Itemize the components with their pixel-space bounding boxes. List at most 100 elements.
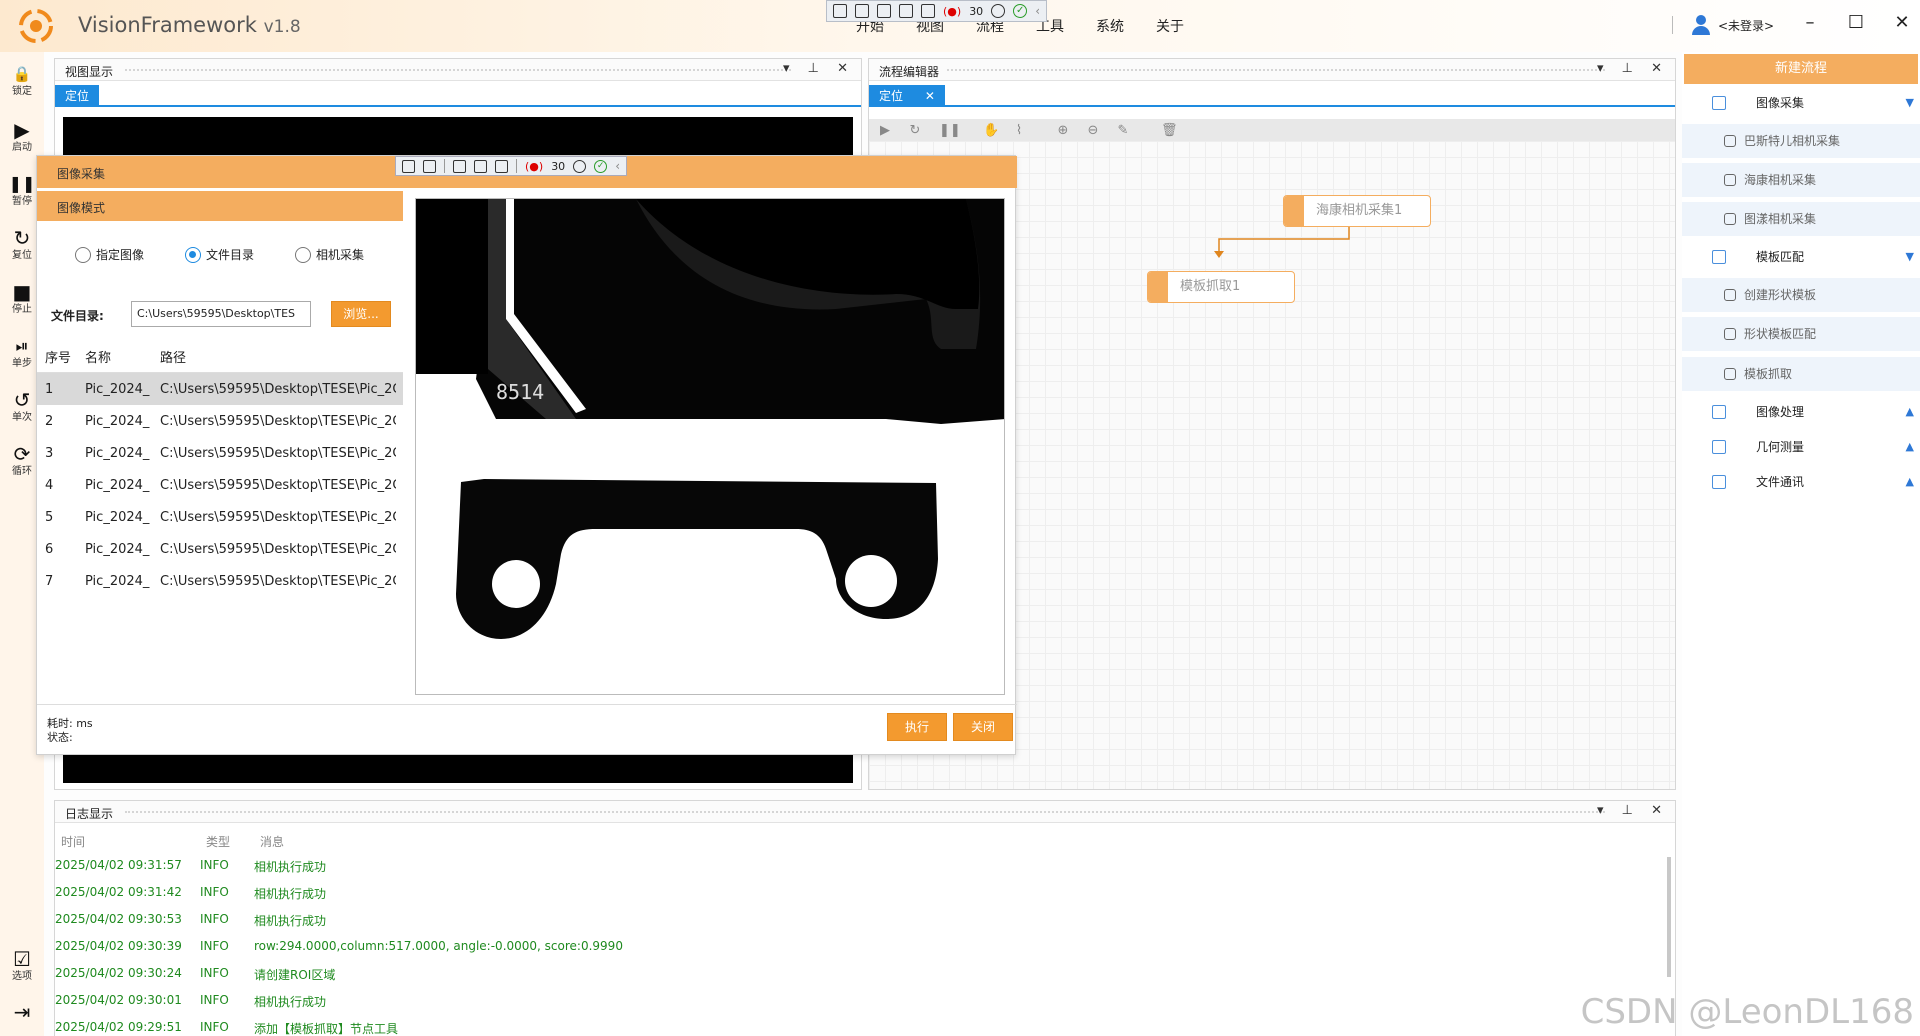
options-icon: ☑ bbox=[13, 947, 31, 971]
chevron-up-icon[interactable]: ▲ bbox=[1906, 465, 1914, 499]
tool-basler-camera[interactable]: 巴斯特儿相机采集 bbox=[1682, 124, 1920, 158]
check-icon[interactable]: ✓ bbox=[594, 159, 608, 173]
accessibility-icon[interactable] bbox=[573, 159, 587, 173]
camera-icon[interactable] bbox=[855, 4, 869, 18]
tool-create-shape-model[interactable]: 创建形状模板 bbox=[1682, 278, 1920, 312]
panel-controls[interactable]: ▾ ⊥ ✕ bbox=[783, 61, 855, 76]
browse-button[interactable]: 浏览... bbox=[331, 301, 391, 327]
category-image-acquisition[interactable]: 图像采集 ▼ bbox=[1682, 86, 1920, 120]
chevron-up-icon[interactable]: ▲ bbox=[1906, 395, 1914, 429]
chevron-up-icon[interactable]: ▲ bbox=[1906, 430, 1914, 464]
cell-path: C:\Users\59595\Desktop\TESE\Pic_2C bbox=[160, 509, 396, 525]
tool-template-grab[interactable]: 模板抓取 bbox=[1682, 357, 1920, 391]
radio-circle[interactable] bbox=[185, 246, 201, 263]
radio-file-directory[interactable]: 文件目录 bbox=[185, 246, 254, 263]
radio-camera-capture[interactable]: 相机采集 bbox=[295, 246, 364, 263]
options-button[interactable]: ☑ 选项 bbox=[0, 947, 44, 983]
panel-controls[interactable]: ▾ ⊥ ✕ bbox=[1597, 61, 1669, 76]
menu-system[interactable]: 系统 bbox=[1080, 16, 1140, 36]
table-row[interactable]: 6 Pic_2024_ C:\Users\59595\Desktop\TESE\Pi… bbox=[37, 533, 403, 565]
flow-connector bbox=[1214, 227, 1350, 258]
loop-icon[interactable]: ↻ bbox=[909, 123, 921, 138]
flow-node-template[interactable]: 模板抓取1 bbox=[1147, 271, 1295, 303]
maximize-button[interactable]: ☐ bbox=[1844, 12, 1868, 33]
category-file-communication[interactable]: 文件通讯 ▲ bbox=[1682, 465, 1920, 499]
fit-icon[interactable] bbox=[474, 159, 487, 173]
edit-icon[interactable]: ✎ bbox=[1117, 123, 1129, 138]
panel-controls[interactable]: ▾ ⊥ ✕ bbox=[1597, 803, 1669, 818]
close-button[interactable]: ✕ bbox=[1890, 12, 1914, 33]
screenshot-icon[interactable] bbox=[921, 4, 935, 18]
log-type: INFO bbox=[200, 1020, 229, 1034]
select-icon[interactable] bbox=[877, 4, 891, 18]
table-row[interactable]: 5 Pic_2024_ C:\Users\59595\Desktop\TESE\Pi… bbox=[37, 501, 403, 533]
directory-input[interactable]: C:\Users\59595\Desktop\TES bbox=[131, 301, 311, 327]
tab-close-icon[interactable]: ✕ bbox=[925, 89, 935, 103]
run-button[interactable]: 执行 bbox=[887, 713, 947, 741]
log-row: 2025/04/02 09:30:24 INFO 请创建ROI区域 bbox=[55, 966, 335, 983]
accessibility-icon[interactable] bbox=[991, 4, 1006, 18]
delete-icon[interactable]: 🗑 bbox=[1161, 123, 1178, 138]
tab-locate-flow[interactable]: 定位 ✕ bbox=[869, 85, 945, 107]
table-row[interactable]: 4 Pic_2024_ C:\Users\59595\Desktop\TESE\Pi… bbox=[37, 469, 403, 501]
cell-name: Pic_2024_ bbox=[85, 413, 150, 429]
col-message: 消息 bbox=[260, 835, 285, 849]
radio-specified-image[interactable]: 指定图像 bbox=[75, 246, 144, 263]
zoom-out-icon[interactable]: ⊖ bbox=[1087, 123, 1099, 138]
title-separator bbox=[1672, 16, 1673, 34]
collapse-icon[interactable]: ‹ bbox=[1035, 4, 1040, 18]
camera-icon[interactable] bbox=[423, 159, 436, 173]
view-panel-title: 视图显示 bbox=[65, 63, 120, 80]
cell-name: Pic_2024_ bbox=[85, 541, 150, 557]
menu-about[interactable]: 关于 bbox=[1140, 16, 1200, 36]
connect-icon[interactable]: ⌇ bbox=[1013, 123, 1025, 138]
close-dialog-button[interactable]: 关闭 bbox=[953, 713, 1013, 741]
start-button[interactable]: ▶ 启动 bbox=[0, 118, 44, 154]
preview-image[interactable]: 8514 bbox=[415, 198, 1005, 695]
radio-circle[interactable] bbox=[75, 246, 91, 263]
fit-icon[interactable] bbox=[899, 4, 913, 18]
tab-underline bbox=[869, 105, 1675, 107]
select-icon[interactable] bbox=[453, 159, 466, 173]
radio-circle[interactable] bbox=[295, 246, 311, 263]
screenshot-icon[interactable] bbox=[495, 159, 508, 173]
zoom-in-icon[interactable]: ⊕ bbox=[1057, 123, 1069, 138]
collapse-icon[interactable]: ‹ bbox=[615, 159, 620, 173]
pause-icon[interactable]: ❚❚ bbox=[939, 123, 961, 138]
tool-hik-camera[interactable]: 海康相机采集 bbox=[1682, 163, 1920, 197]
new-flow-button[interactable]: 新建流程 bbox=[1684, 54, 1918, 84]
separator bbox=[516, 159, 517, 173]
check-icon[interactable]: ✓ bbox=[1013, 4, 1028, 18]
tool-shape-model-match[interactable]: 形状模板匹配 bbox=[1682, 317, 1920, 351]
log-scrollbar[interactable] bbox=[1667, 857, 1671, 977]
tab-locate[interactable]: 定位 bbox=[55, 85, 100, 107]
hand-icon[interactable]: ✋ bbox=[983, 123, 999, 138]
category-image-processing[interactable]: 图像处理 ▲ bbox=[1682, 395, 1920, 429]
flow-panel-header: 流程编辑器 ▾ ⊥ ✕ bbox=[869, 59, 1675, 81]
table-row[interactable]: 3 Pic_2024_ C:\Users\59595\Desktop\TESE\Pi… bbox=[37, 437, 403, 469]
flow-node-camera[interactable]: 海康相机采集1 bbox=[1283, 195, 1431, 227]
lock-button[interactable]: 🔒 锁定 bbox=[0, 62, 44, 98]
dialog-footer: 耗时: ms 状态: 执行 关闭 bbox=[37, 704, 1017, 754]
category-geometry-measure[interactable]: 几何测量 ▲ bbox=[1682, 430, 1920, 464]
user-area[interactable]: <未登录> bbox=[1690, 14, 1774, 36]
log-message: 添加【模板抓取】节点工具 bbox=[254, 1022, 399, 1036]
table-row[interactable]: 7 Pic_2024_ C:\Users\59595\Desktop\TESE\Pi… bbox=[37, 565, 403, 597]
new-flow-icon[interactable] bbox=[402, 159, 415, 173]
table-row[interactable]: 2 Pic_2024_ C:\Users\59595\Desktop\TESE\Pi… bbox=[37, 405, 403, 437]
chevron-down-icon[interactable]: ▼ bbox=[1906, 240, 1914, 274]
chevron-down-icon[interactable]: ▼ bbox=[1906, 86, 1914, 120]
log-time: 2025/04/02 09:31:42 bbox=[55, 885, 182, 899]
tool-tuyang-camera[interactable]: 图漾相机采集 bbox=[1682, 202, 1920, 236]
cell-name: Pic_2024_ bbox=[85, 445, 150, 461]
exit-button[interactable]: ⇥ bbox=[0, 1000, 44, 1024]
user-name: <未登录> bbox=[1718, 18, 1775, 33]
new-flow-icon[interactable] bbox=[833, 4, 847, 18]
run-icon[interactable]: ▶ bbox=[879, 123, 891, 138]
cell-name: Pic_2024_ bbox=[85, 381, 150, 397]
category-template-match[interactable]: 模板匹配 ▼ bbox=[1682, 240, 1920, 274]
table-row[interactable]: 1 Pic_2024_ C:\Users\59595\Desktop\TESE\Pi… bbox=[37, 373, 403, 405]
record-icon[interactable]: (●) bbox=[943, 5, 961, 18]
record-icon[interactable]: (●) bbox=[525, 160, 543, 173]
minimize-button[interactable]: – bbox=[1798, 12, 1822, 33]
